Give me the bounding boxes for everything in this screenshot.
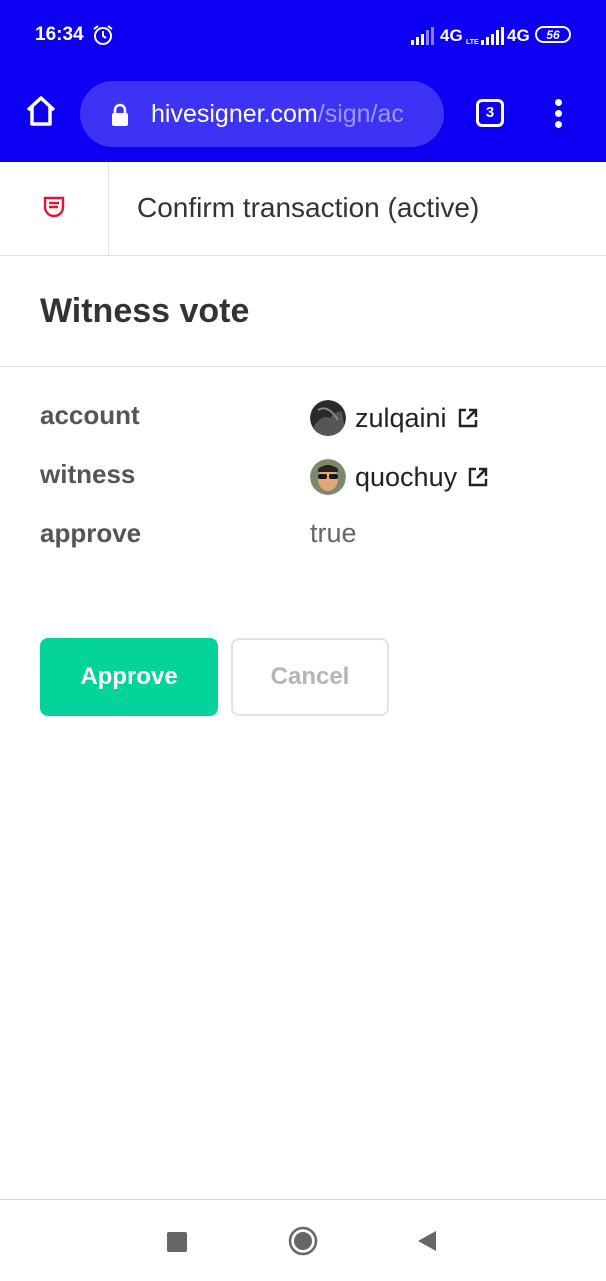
network-type-1: 4G: [440, 26, 463, 45]
page-title: Confirm transaction (active): [137, 192, 480, 223]
witness-name-link[interactable]: quochuy: [355, 462, 457, 493]
field-value: quochuy: [310, 459, 489, 495]
avatar: [310, 459, 346, 495]
back-icon[interactable]: [416, 1229, 438, 1253]
field-label: approve: [40, 518, 142, 548]
signal-icon: [411, 27, 434, 45]
operation-header: Witness vote: [0, 256, 606, 367]
external-link-icon[interactable]: [457, 407, 479, 429]
top-chrome: 16:34 4G LTE 4G 56 hivesigner.com/sign/a…: [0, 0, 606, 162]
field-label: account: [40, 400, 140, 430]
status-time: 16:34: [35, 24, 84, 45]
approve-button[interactable]: Approve: [40, 638, 218, 716]
lock-icon: [112, 103, 128, 126]
battery-icon: 56: [535, 26, 571, 43]
status-bar: 16:34 4G LTE 4G 56: [0, 0, 606, 72]
lte-tag: LTE: [466, 39, 479, 46]
url-host: hivesigner.com: [151, 100, 318, 128]
tabs-icon[interactable]: 3: [476, 99, 504, 127]
account-name-link[interactable]: zulqaini: [355, 403, 447, 434]
url-text[interactable]: hivesigner.com/sign/ac: [151, 100, 436, 129]
signal-icon: [481, 27, 504, 45]
avatar: [310, 400, 346, 436]
cancel-button[interactable]: Cancel: [231, 638, 389, 716]
field-value: true: [310, 518, 357, 548]
field-label: witness: [40, 459, 136, 489]
address-bar[interactable]: hivesigner.com/sign/ac: [80, 81, 444, 147]
operation-title: Witness vote: [40, 292, 250, 330]
browser-toolbar: hivesigner.com/sign/ac 3: [0, 72, 606, 162]
more-menu-icon[interactable]: [552, 99, 564, 131]
home-icon[interactable]: [288, 1226, 318, 1256]
external-link-icon[interactable]: [467, 466, 489, 488]
recent-apps-icon[interactable]: [167, 1232, 187, 1252]
hivesigner-shield-icon[interactable]: [42, 195, 66, 219]
field-value: zulqaini: [310, 400, 479, 436]
url-path: /sign/ac: [317, 100, 404, 128]
logo-cell[interactable]: [0, 162, 109, 255]
page-header: Confirm transaction (active): [0, 162, 606, 256]
alarm-icon: [93, 25, 113, 45]
field-row-approve: approve true: [40, 518, 580, 558]
system-nav-bar: [0, 1199, 606, 1281]
field-row-account: account zulqaini: [40, 400, 580, 440]
network-type-2: 4G: [507, 26, 530, 45]
home-icon[interactable]: [24, 94, 58, 128]
field-row-witness: witness quochuy: [40, 459, 580, 499]
